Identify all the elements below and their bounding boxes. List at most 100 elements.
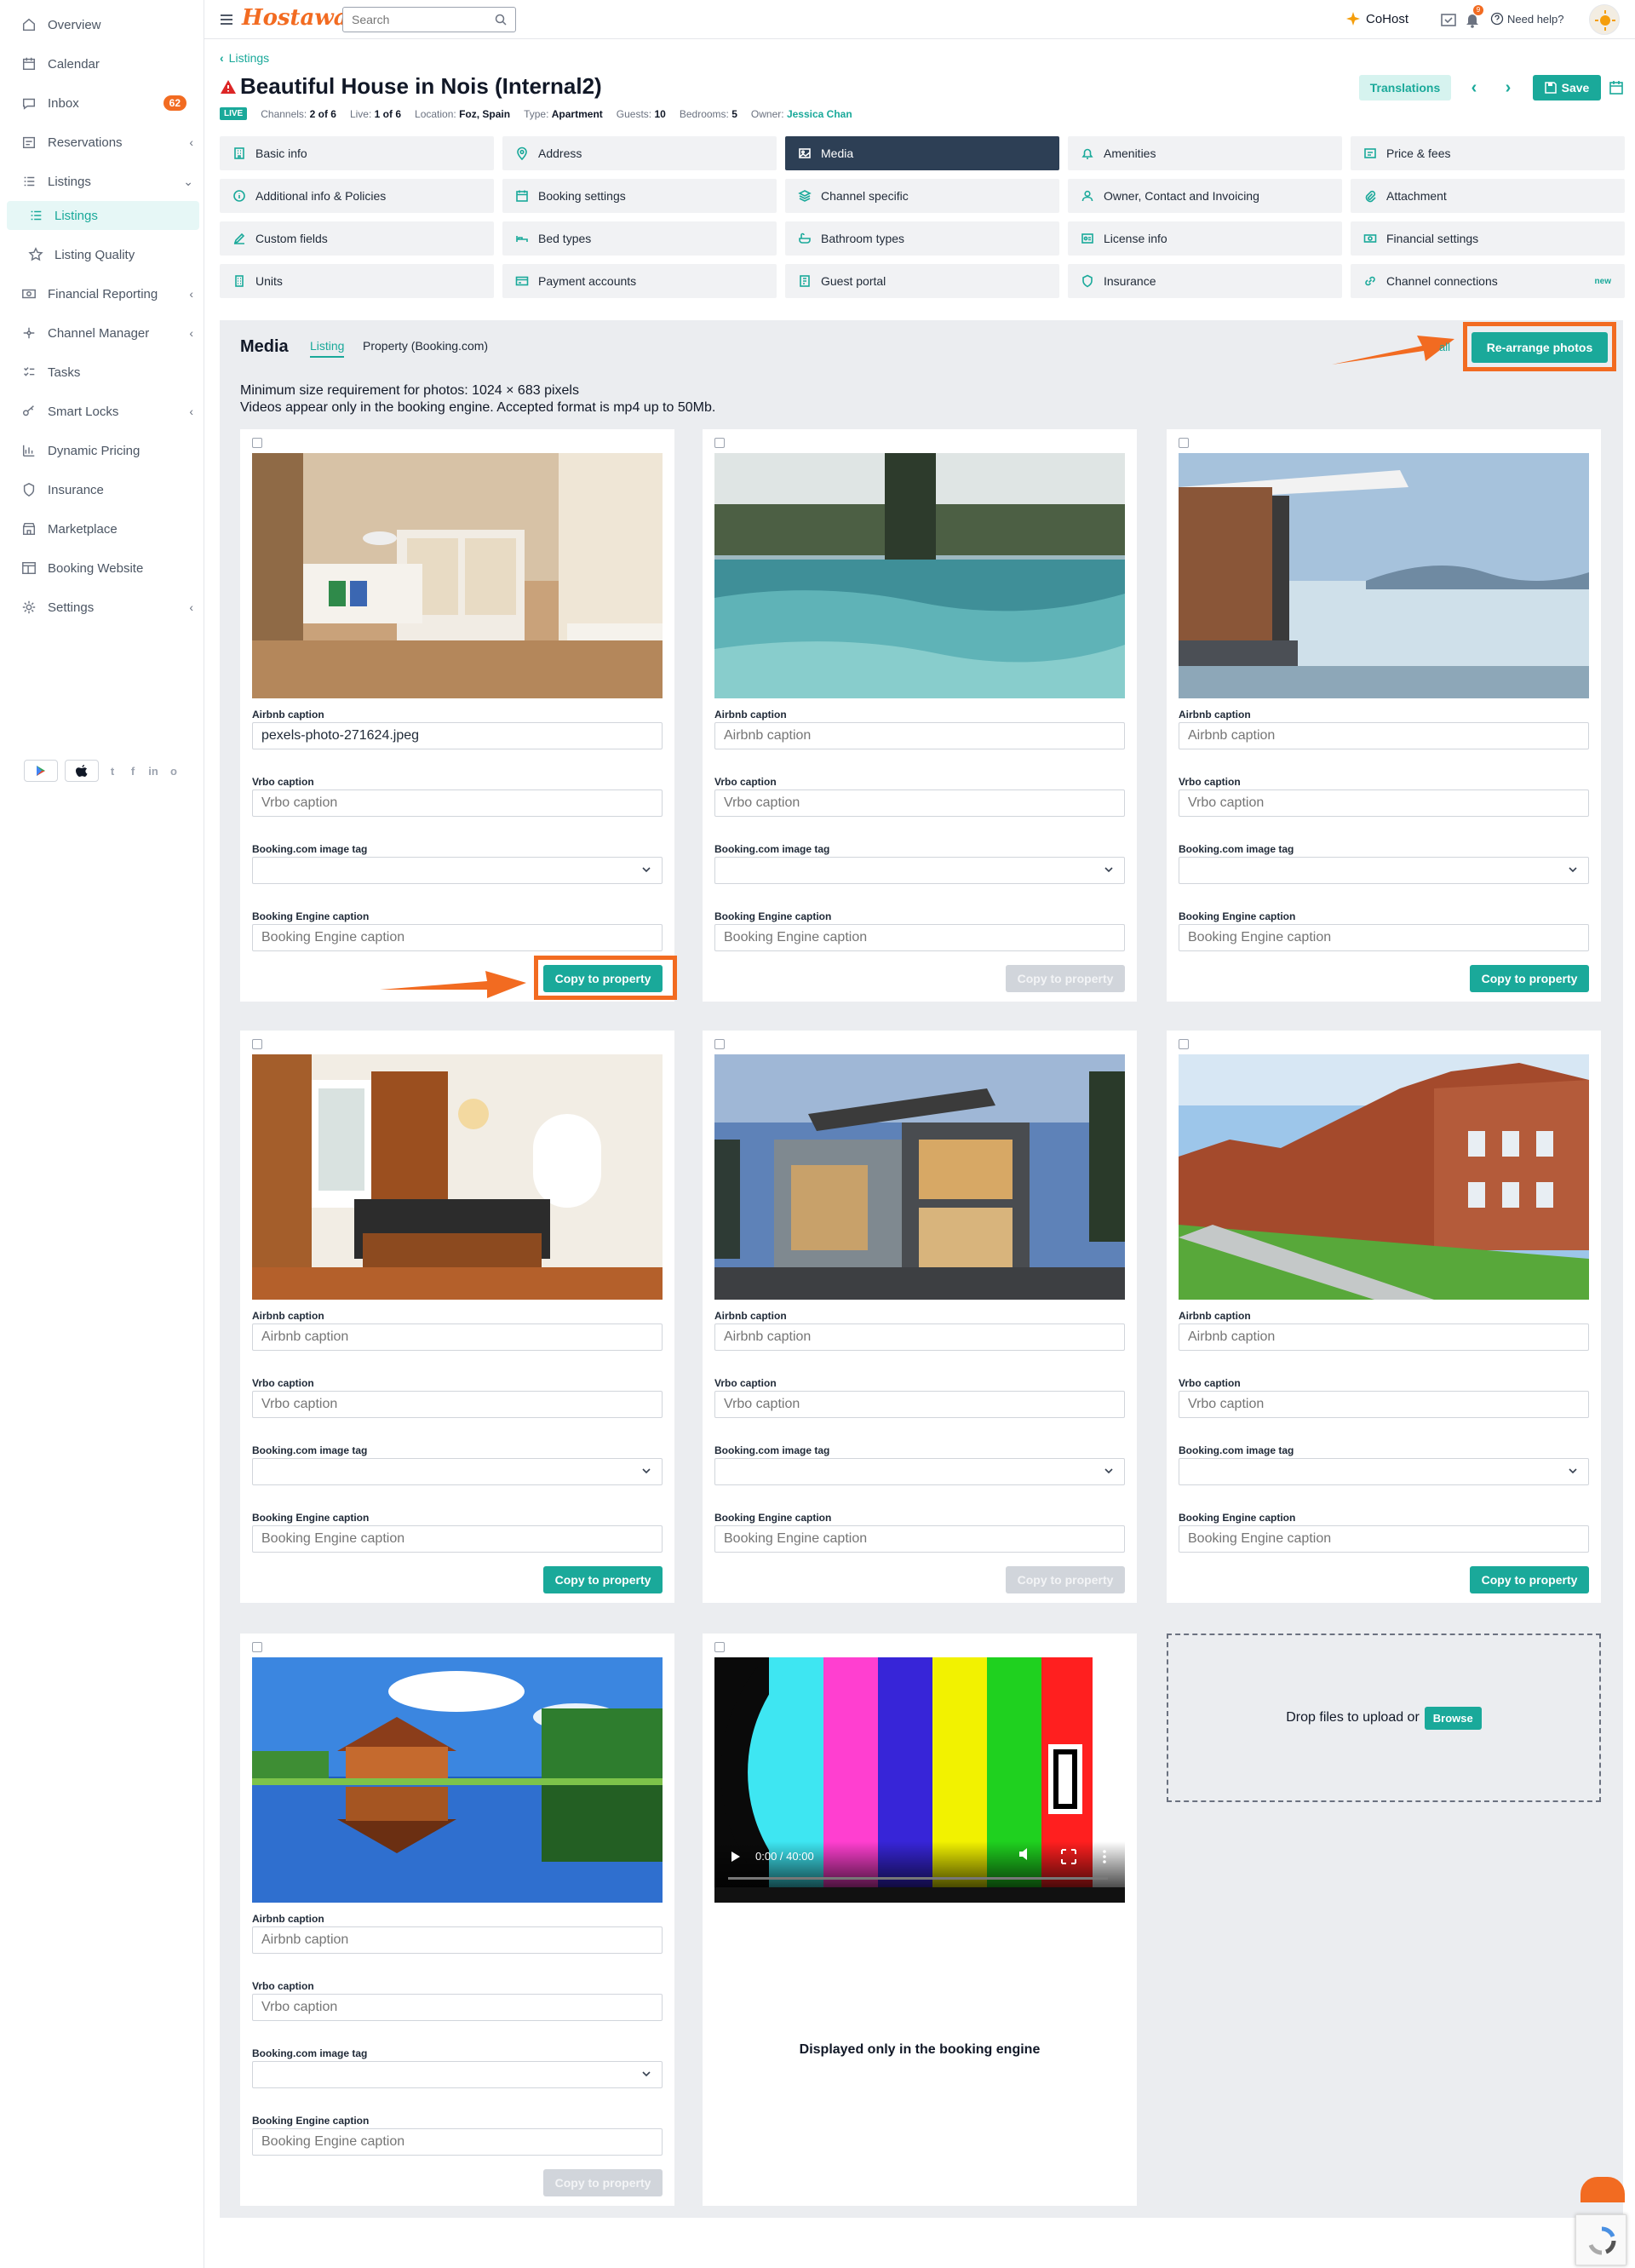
booking-engine-caption-input[interactable] <box>714 924 1125 951</box>
sidebar-item-inbox[interactable]: Inbox 62 <box>0 89 204 118</box>
translations-button[interactable]: Translations <box>1359 75 1451 100</box>
townhouses-photo[interactable] <box>1179 1054 1589 1300</box>
booking-engine-caption-input[interactable] <box>1179 924 1589 951</box>
select-checkbox[interactable] <box>714 1039 725 1049</box>
tab-channel-specific[interactable]: Channel specific <box>785 179 1059 213</box>
sidebar-item-listings[interactable]: Listings ⌄ <box>0 167 204 196</box>
user-avatar[interactable] <box>1589 4 1620 35</box>
select-checkbox[interactable] <box>1179 1039 1189 1049</box>
select-checkbox[interactable] <box>714 438 725 448</box>
copy-to-property-button[interactable]: Copy to property <box>1470 965 1589 992</box>
booking-image-tag-select[interactable] <box>1179 1458 1589 1485</box>
save-button[interactable]: Save <box>1533 75 1601 100</box>
vrbo-caption-input[interactable] <box>1179 789 1589 817</box>
tab-property-booking[interactable]: Property (Booking.com) <box>363 339 488 353</box>
vrbo-caption-input[interactable] <box>714 789 1125 817</box>
vrbo-caption-input[interactable] <box>252 1391 663 1418</box>
booking-image-tag-select[interactable] <box>714 1458 1125 1485</box>
sidebar-item-reservations[interactable]: Reservations ‹ <box>0 128 204 157</box>
sidebar-subitem-listings[interactable]: Listings <box>7 201 199 230</box>
modern-house-photo[interactable] <box>714 1054 1125 1300</box>
tab-owner-contact-and-invoicing[interactable]: Owner, Contact and Invoicing <box>1068 179 1342 213</box>
sidebar-item-booking-website[interactable]: Booking Website <box>0 554 204 583</box>
sidebar-item-channel-manager[interactable]: Channel Manager ‹ <box>0 319 204 347</box>
vrbo-caption-input[interactable] <box>252 789 663 817</box>
booking-engine-caption-input[interactable] <box>1179 1525 1589 1553</box>
copy-to-property-button[interactable]: Copy to property <box>543 2169 663 2196</box>
sidebar-subitem-listing-quality[interactable]: Listing Quality <box>0 240 204 269</box>
airbnb-caption-input[interactable] <box>714 1323 1125 1351</box>
tab-insurance[interactable]: Insurance <box>1068 264 1342 298</box>
upload-dropzone[interactable]: Drop files to upload or Browse <box>1167 1634 1601 1802</box>
booking-engine-caption-input[interactable] <box>714 1525 1125 1553</box>
calendar-icon[interactable] <box>1608 79 1625 96</box>
tasks-check-icon[interactable] <box>1439 10 1458 29</box>
airbnb-caption-input[interactable] <box>252 1323 663 1351</box>
bedroom-photo[interactable] <box>252 453 663 698</box>
booking-engine-caption-input[interactable] <box>252 2128 663 2156</box>
tab-custom-fields[interactable]: Custom fields <box>220 221 494 256</box>
tab-address[interactable]: Address <box>502 136 777 170</box>
color-bars-video[interactable] <box>714 1657 1125 1903</box>
airbnb-caption-input[interactable] <box>252 1926 663 1954</box>
booking-image-tag-select[interactable] <box>252 2061 663 2088</box>
tab-media[interactable]: Media <box>785 136 1059 170</box>
cohost-link[interactable]: CoHost <box>1345 11 1408 26</box>
booking-image-tag-select[interactable] <box>714 857 1125 884</box>
chat-bubble-button[interactable] <box>1580 2177 1625 2202</box>
sidebar-item-overview[interactable]: Overview <box>0 10 204 39</box>
sidebar-item-marketplace[interactable]: Marketplace <box>0 514 204 543</box>
booking-engine-caption-input[interactable] <box>252 924 663 951</box>
lake-house-photo[interactable] <box>1179 453 1589 698</box>
sidebar-item-dynamic-pricing[interactable]: Dynamic Pricing <box>0 436 204 465</box>
copy-to-property-button[interactable]: Copy to property <box>1470 1566 1589 1593</box>
tab-basic-info[interactable]: Basic info <box>220 136 494 170</box>
sidebar-item-calendar[interactable]: Calendar <box>0 49 204 78</box>
tab-units[interactable]: Units <box>220 264 494 298</box>
vrbo-caption-input[interactable] <box>714 1391 1125 1418</box>
linkedin-icon[interactable]: in <box>146 764 160 778</box>
tab-guest-portal[interactable]: Guest portal <box>785 264 1059 298</box>
google-play-button[interactable] <box>24 760 58 782</box>
search-icon[interactable] <box>494 13 508 26</box>
select-checkbox[interactable] <box>252 1642 262 1652</box>
twitter-icon[interactable]: t <box>106 764 119 778</box>
tab-financial-settings[interactable]: Financial settings <box>1351 221 1625 256</box>
search-input[interactable] <box>342 7 516 32</box>
copy-to-property-button[interactable]: Copy to property <box>543 1566 663 1593</box>
tab-license-info[interactable]: License info <box>1068 221 1342 256</box>
browse-button[interactable]: Browse <box>1424 1706 1482 1730</box>
select-checkbox[interactable] <box>1179 438 1189 448</box>
hamburger-icon[interactable] <box>218 11 235 28</box>
booking-image-tag-select[interactable] <box>252 857 663 884</box>
tab-price-fees[interactable]: Price & fees <box>1351 136 1625 170</box>
tab-attachment[interactable]: Attachment <box>1351 179 1625 213</box>
select-checkbox[interactable] <box>252 438 262 448</box>
booking-image-tag-select[interactable] <box>252 1458 663 1485</box>
breadcrumb[interactable]: ‹ Listings <box>220 51 269 65</box>
kitchen-photo[interactable] <box>252 1054 663 1300</box>
tab-channel-connections[interactable]: Channel connections new <box>1351 264 1625 298</box>
prev-listing-button[interactable]: ‹ <box>1463 77 1485 99</box>
select-all-link[interactable]: all <box>1439 341 1450 353</box>
next-listing-button[interactable]: › <box>1497 77 1519 99</box>
sidebar-item-settings[interactable]: Settings ‹ <box>0 593 204 622</box>
sidebar-item-financial-reporting[interactable]: Financial Reporting ‹ <box>0 279 204 308</box>
sidebar-item-tasks[interactable]: Tasks <box>0 358 204 387</box>
select-checkbox[interactable] <box>252 1039 262 1049</box>
cabin-reflection-photo[interactable] <box>252 1657 663 1903</box>
pool-photo[interactable] <box>714 453 1125 698</box>
recaptcha-badge[interactable] <box>1575 2214 1626 2265</box>
vrbo-caption-input[interactable] <box>1179 1391 1589 1418</box>
airbnb-caption-input[interactable] <box>1179 722 1589 749</box>
breadcrumb-listings[interactable]: Listings <box>229 51 269 65</box>
tab-additional-info-policies[interactable]: Additional info & Policies <box>220 179 494 213</box>
select-checkbox[interactable] <box>714 1642 725 1652</box>
tab-payment-accounts[interactable]: Payment accounts <box>502 264 777 298</box>
airbnb-caption-input[interactable] <box>1179 1323 1589 1351</box>
tab-amenities[interactable]: Amenities <box>1068 136 1342 170</box>
tab-bathroom-types[interactable]: Bathroom types <box>785 221 1059 256</box>
rearrange-photos-button[interactable]: Re-arrange photos <box>1472 332 1608 363</box>
sidebar-item-insurance[interactable]: Insurance <box>0 475 204 504</box>
tab-listing[interactable]: Listing <box>310 339 345 358</box>
